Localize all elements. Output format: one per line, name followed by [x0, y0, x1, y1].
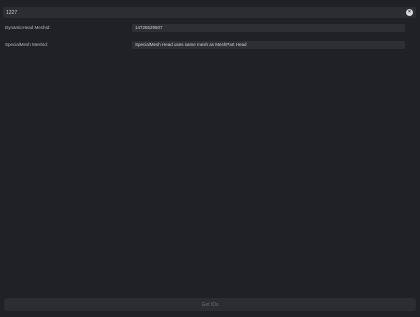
- special-mesh-meshid-field[interactable]: SpecialMesh Head uses same mesh as MeshP…: [132, 41, 405, 49]
- special-mesh-label: SpecialMesh MeshId:: [5, 42, 49, 47]
- app-window: 1227 × DynamicHead MeshId: 14726529507 S…: [0, 0, 420, 317]
- clear-icon[interactable]: ×: [406, 9, 413, 16]
- dynamic-head-meshid-field[interactable]: 14726529507: [132, 24, 405, 32]
- search-input-value[interactable]: 1227: [6, 10, 406, 16]
- special-mesh-row: SpecialMesh MeshId: SpecialMesh Head use…: [5, 41, 415, 49]
- dynamic-head-label: DynamicHead MeshId:: [5, 25, 51, 30]
- get-ids-button[interactable]: Get IDs: [4, 298, 416, 311]
- dynamic-head-row: DynamicHead MeshId: 14726529507: [5, 24, 415, 32]
- search-input[interactable]: 1227 ×: [3, 7, 416, 18]
